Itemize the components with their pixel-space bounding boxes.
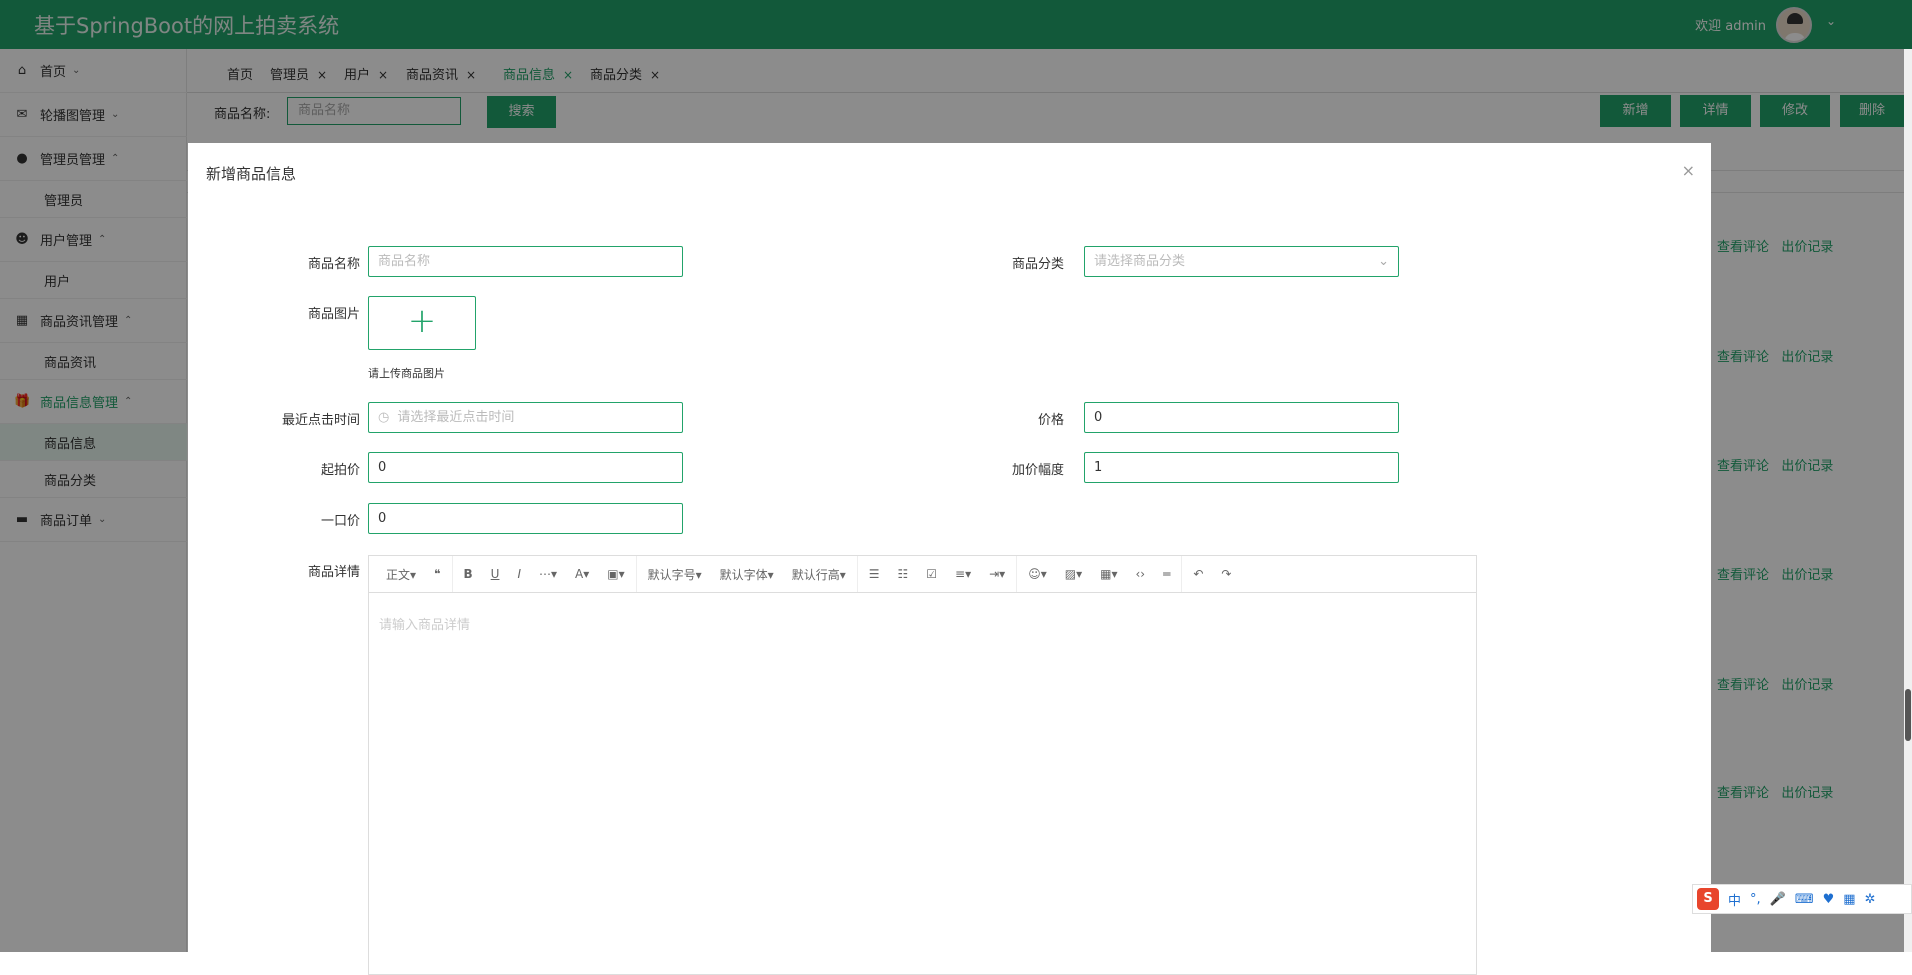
- editor-toolbar: 正文▾ ❝ B U I ⋯▾ A▾ ▣▾ 默认字号▾ 默认字体▾ 默认行高▾ ☰…: [369, 556, 1476, 593]
- price-input[interactable]: 0: [1084, 402, 1399, 433]
- indent-icon[interactable]: ⇥▾: [989, 567, 1005, 581]
- emoji-icon[interactable]: ☺▾: [1028, 567, 1047, 581]
- increment-label: 加价幅度: [1011, 463, 1064, 478]
- bg-color-icon[interactable]: ▣▾: [607, 567, 624, 581]
- keyboard-icon[interactable]: ⌨: [1795, 892, 1814, 907]
- bullet-list-icon[interactable]: ☰: [869, 567, 880, 581]
- underline-icon[interactable]: U: [491, 567, 500, 581]
- close-icon[interactable]: ×: [1682, 161, 1695, 180]
- click-time-picker[interactable]: ◷ 请选择最近点击时间: [368, 402, 683, 433]
- numbered-list-icon[interactable]: ☷: [898, 567, 909, 581]
- skin-icon[interactable]: ♥: [1823, 892, 1835, 907]
- buy-now-label: 一口价: [320, 514, 360, 529]
- price-label: 价格: [1037, 413, 1064, 428]
- image-label: 商品图片: [307, 307, 360, 322]
- more-icon[interactable]: ⋯▾: [539, 567, 557, 581]
- paragraph-dropdown[interactable]: 正文▾: [386, 566, 416, 583]
- chevron-down-icon: ⌄: [1378, 254, 1389, 269]
- microphone-icon[interactable]: 🎤: [1770, 892, 1786, 907]
- upload-image-button[interactable]: +: [368, 296, 476, 350]
- settings-icon[interactable]: ✲: [1865, 892, 1876, 907]
- bold-icon[interactable]: B: [464, 567, 473, 581]
- ime-punct[interactable]: °,: [1750, 892, 1761, 907]
- editor-placeholder[interactable]: 请输入商品详情: [379, 614, 470, 633]
- upload-hint: 请上传商品图片: [368, 367, 445, 380]
- todo-icon[interactable]: ☑: [926, 567, 937, 581]
- increment-input[interactable]: 1: [1084, 452, 1399, 483]
- scrollbar[interactable]: [1904, 49, 1912, 952]
- buy-now-input[interactable]: 0: [368, 503, 683, 534]
- align-icon[interactable]: ≡▾: [955, 567, 971, 581]
- start-price-input[interactable]: 0: [368, 452, 683, 483]
- start-price-label: 起拍价: [320, 463, 360, 478]
- name-label: 商品名称: [307, 257, 360, 272]
- category-label: 商品分类: [1011, 257, 1064, 272]
- category-placeholder: 请选择商品分类: [1094, 254, 1186, 269]
- code-icon[interactable]: ‹›: [1135, 567, 1145, 581]
- font-family-dropdown[interactable]: 默认字体▾: [720, 566, 774, 583]
- dialog-title: 新增商品信息: [206, 165, 297, 183]
- font-size-dropdown[interactable]: 默认字号▾: [648, 566, 702, 583]
- detail-label: 商品详情: [307, 565, 360, 580]
- add-goods-dialog: 新增商品信息 × 商品名称 商品名称 商品分类 请选择商品分类 ⌄ 商品图片 + …: [188, 143, 1711, 975]
- ime-toolbar: S 中 °, 🎤 ⌨ ♥ ▦ ✲: [1692, 884, 1912, 914]
- plus-icon: +: [407, 301, 437, 341]
- click-time-label: 最近点击时间: [281, 413, 360, 428]
- click-time-placeholder: 请选择最近点击时间: [397, 410, 515, 425]
- ime-language[interactable]: 中: [1728, 890, 1741, 909]
- quote-icon[interactable]: ❝: [434, 567, 440, 581]
- name-input[interactable]: 商品名称: [368, 246, 683, 277]
- table-icon[interactable]: ▦▾: [1100, 567, 1117, 581]
- line-height-dropdown[interactable]: 默认行高▾: [792, 566, 846, 583]
- sogou-logo-icon[interactable]: S: [1697, 888, 1719, 910]
- undo-icon[interactable]: ↶: [1193, 567, 1203, 581]
- rich-text-editor: 正文▾ ❝ B U I ⋯▾ A▾ ▣▾ 默认字号▾ 默认字体▾ 默认行高▾ ☰…: [368, 555, 1477, 975]
- category-select[interactable]: 请选择商品分类 ⌄: [1084, 246, 1399, 277]
- font-color-icon[interactable]: A▾: [575, 567, 589, 581]
- scrollbar-thumb[interactable]: [1905, 689, 1911, 741]
- divider-icon[interactable]: ═: [1163, 567, 1170, 581]
- italic-icon[interactable]: I: [517, 567, 521, 581]
- grid-icon[interactable]: ▦: [1843, 892, 1855, 907]
- clock-icon: ◷: [378, 410, 390, 425]
- image-icon[interactable]: ▨▾: [1065, 567, 1082, 581]
- redo-icon[interactable]: ↷: [1221, 567, 1231, 581]
